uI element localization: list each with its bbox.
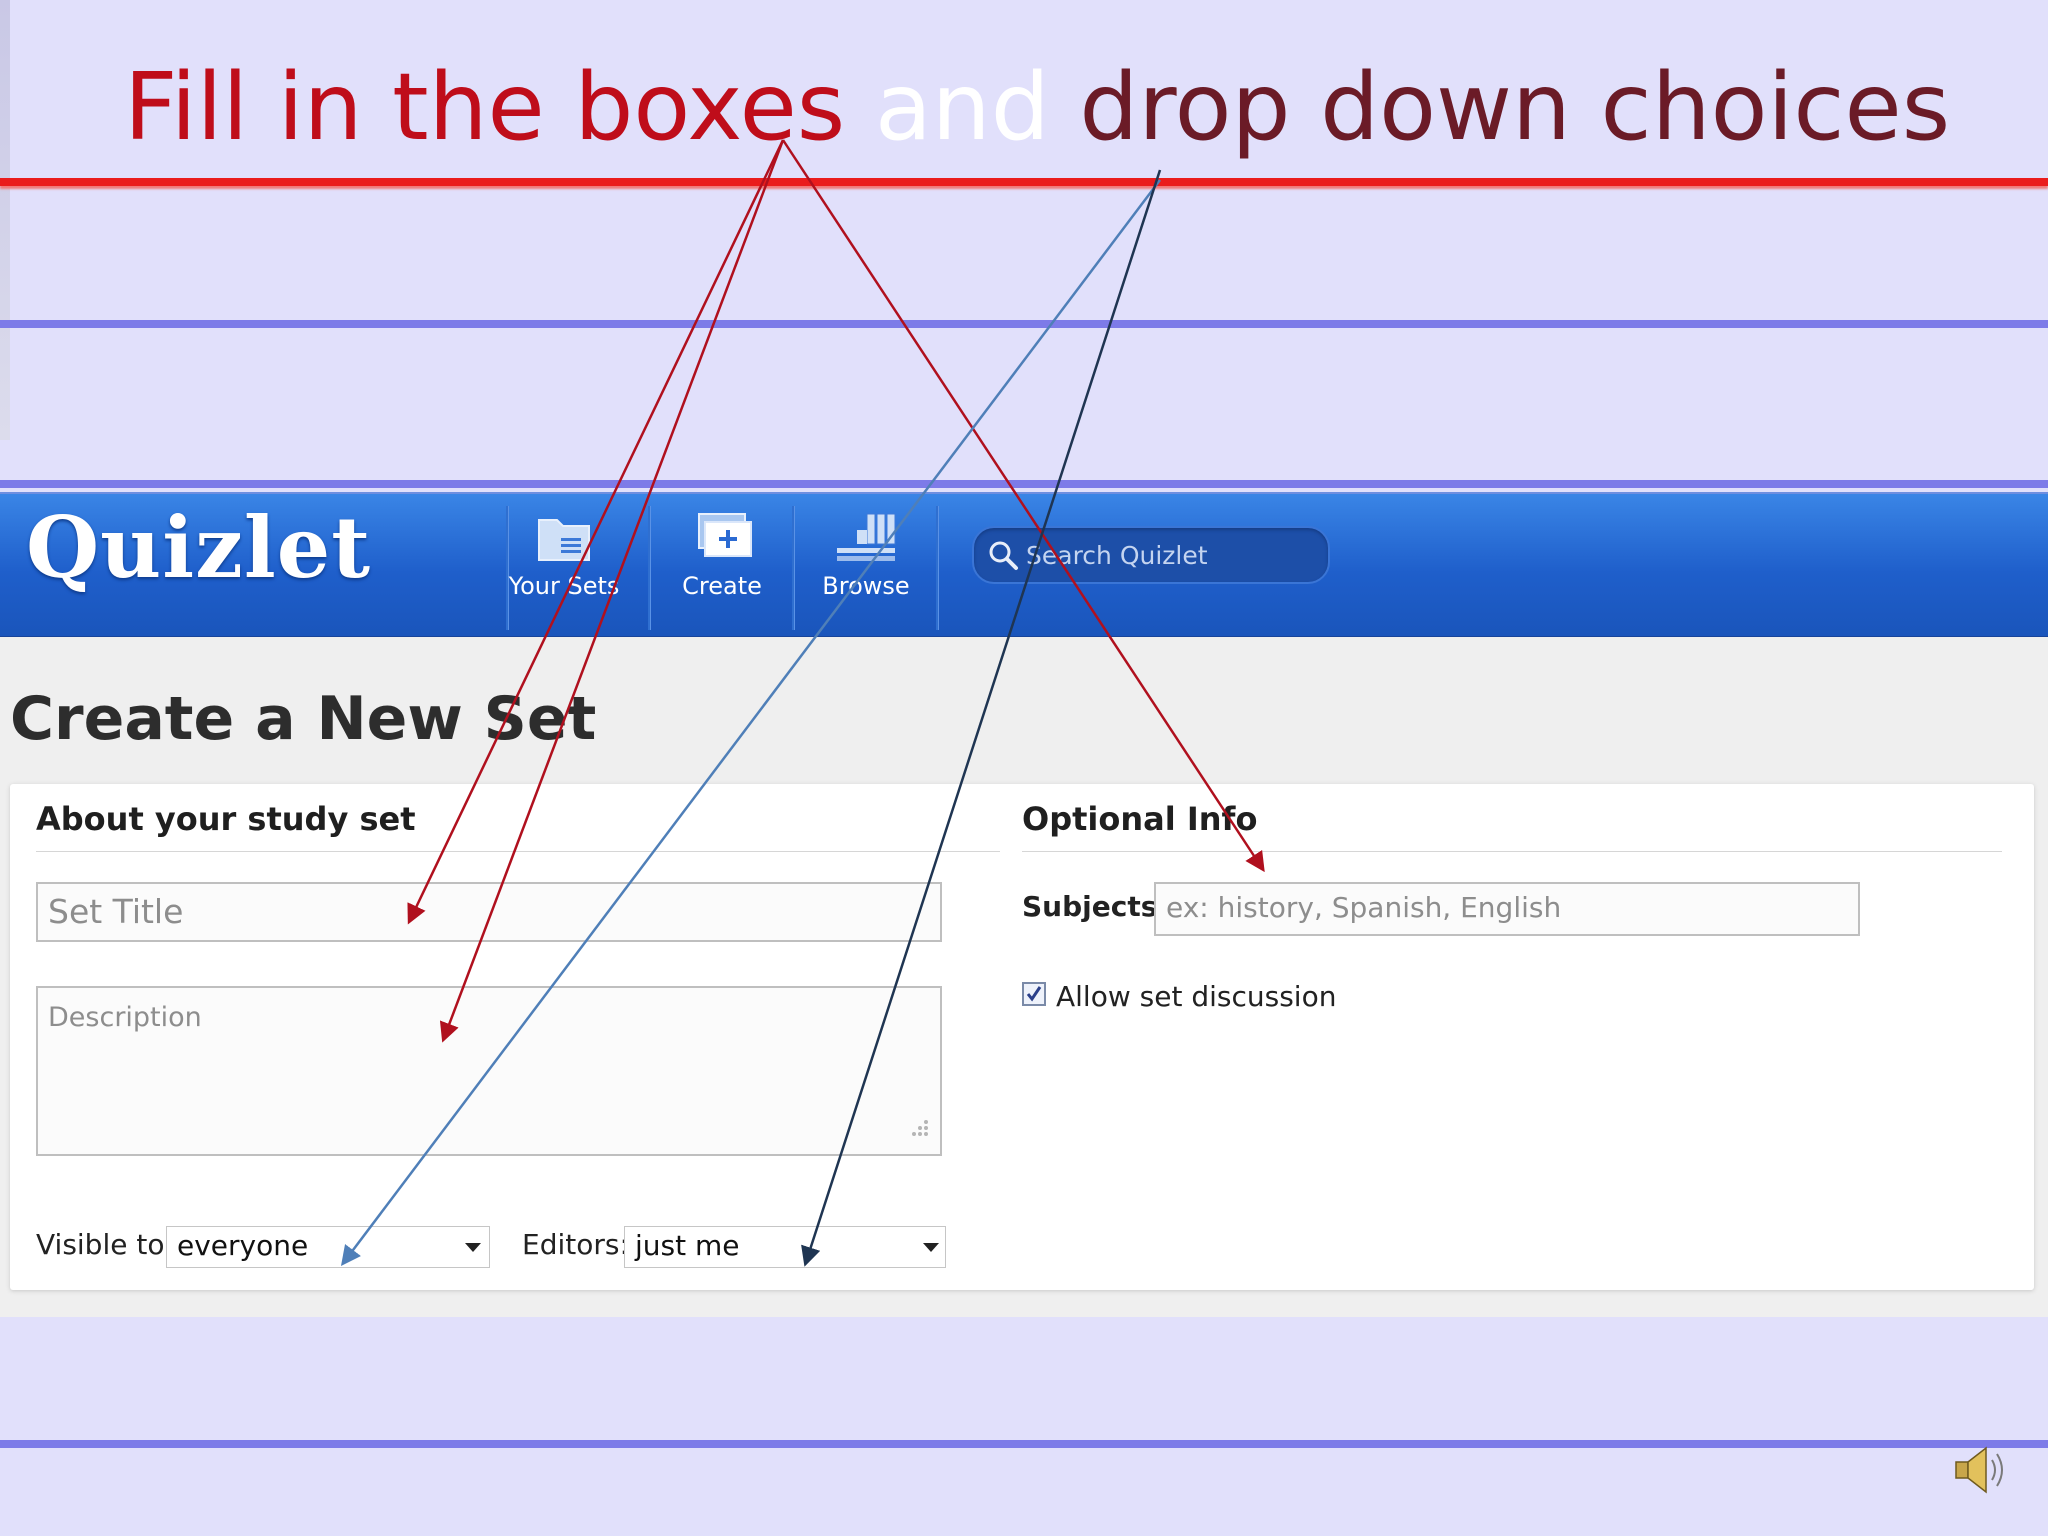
chevron-down-icon[interactable] [465,1243,481,1252]
nav-browse[interactable]: Browse [796,510,936,620]
slide-title-part1: Fill in the boxes [124,53,875,161]
speaker-icon[interactable] [1952,1440,2012,1500]
visible-to-value: everyone [177,1229,309,1262]
allow-discussion-checkbox[interactable] [1022,982,1046,1006]
nav-your-sets[interactable]: Your Sets [494,510,634,620]
blue-rule-line-1 [0,320,2048,328]
resize-grip-icon[interactable] [902,1114,932,1144]
create-plus-icon [698,513,752,557]
about-heading: About your study set [36,800,416,838]
subjects-label: Subjects: [1022,890,1169,923]
chevron-down-icon[interactable] [923,1243,939,1252]
left-edge-bar [0,0,10,440]
divider [1022,851,2002,852]
description-textarea[interactable]: Description [36,986,942,1156]
slide-title: Fill in the boxes and drop down choices [124,52,1950,162]
checkmark-icon [1026,986,1042,1002]
nav-separator [648,506,650,630]
set-title-input[interactable]: Set Title [36,882,942,942]
editors-label: Editors: [522,1228,629,1261]
subjects-input[interactable]: ex: history, Spanish, English [1154,882,1860,936]
nav-create[interactable]: Create [652,510,792,620]
nav-your-sets-label: Your Sets [508,572,620,600]
search-placeholder: Search Quizlet [1026,541,1208,570]
nav-separator [936,506,938,630]
allow-discussion-label: Allow set discussion [1056,980,1337,1013]
slide-title-part2: and [874,53,1050,161]
editors-value: just me [635,1229,740,1262]
visible-to-select[interactable]: everyone [166,1226,490,1268]
page-title: Create a New Set [10,684,597,754]
search-icon [989,541,1018,570]
quizlet-logo[interactable]: Quizlet [26,498,371,597]
blue-rule-line-3 [0,1440,2048,1448]
optional-heading: Optional Info [1022,800,1258,838]
editors-select[interactable]: just me [624,1226,946,1268]
nav-separator [792,506,794,630]
visible-to-label: Visible to: [36,1228,174,1261]
divider [36,851,1000,852]
slide-title-part3: drop down choices [1049,53,1951,161]
red-rule-line [0,178,2048,186]
nav-create-label: Create [682,572,762,600]
folder-icon [538,519,590,561]
blue-rule-line-2 [0,480,2048,488]
nav-browse-label: Browse [822,572,910,600]
browse-cards-icon [837,513,896,561]
